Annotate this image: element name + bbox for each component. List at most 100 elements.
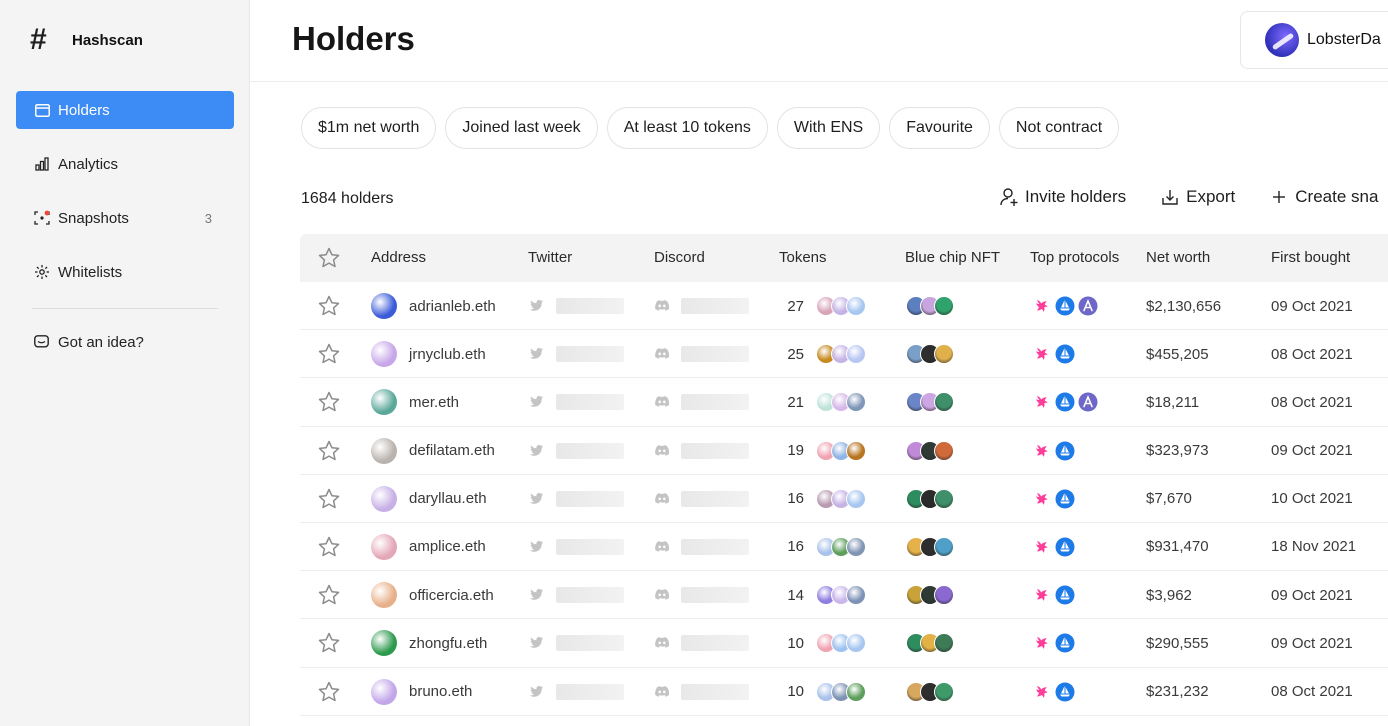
favourite-star-icon[interactable] [317,571,341,619]
top-protocols-cell[interactable] [1032,523,1078,571]
address-cell[interactable]: officercia.eth [371,571,494,619]
sparkle-icon [34,264,50,280]
address-cell[interactable]: defilatam.eth [371,427,495,475]
top-protocols-cell[interactable] [1032,571,1078,619]
uniswap-icon [1032,537,1052,557]
column-header-first-bought[interactable]: First bought [1271,249,1350,266]
tokens-cell[interactable]: 16 [780,523,866,571]
table-row[interactable]: jrnyclub.eth 25 $455,205 08 Oct 2021 [300,330,1388,379]
address-cell[interactable]: bruno.eth [371,668,472,716]
tokens-cell[interactable]: 25 [780,330,866,378]
filter-chip-favourite[interactable]: Favourite [889,107,990,149]
address-cell[interactable]: adrianleb.eth [371,282,496,330]
address-cell[interactable]: mer.eth [371,378,459,426]
favourite-star-icon[interactable] [317,475,341,523]
tokens-cell[interactable]: 27 [780,282,866,330]
blue-chip-nft-cell[interactable] [906,427,954,475]
token-icon [846,440,866,461]
holder-address: officercia.eth [409,586,494,604]
favourite-star-icon[interactable] [317,330,341,378]
top-protocols-cell[interactable] [1032,668,1078,716]
invite-holders-button[interactable]: Invite holders [999,187,1126,207]
net-worth-cell: $323,973 [1146,442,1209,460]
favourite-star-icon[interactable] [317,427,341,475]
address-cell[interactable]: amplice.eth [371,523,486,571]
tokens-cell[interactable]: 10 [780,619,866,667]
sidebar-item-whitelists[interactable]: Whitelists [16,253,234,291]
token-count: 19 [787,442,804,460]
token-icon [846,585,866,606]
top-protocols-cell[interactable] [1032,427,1078,475]
column-header-twitter[interactable]: Twitter [528,249,572,266]
token-count: 25 [787,345,804,363]
filter-chip-not-contract[interactable]: Not contract [998,107,1120,149]
favourite-star-icon[interactable] [317,668,341,716]
address-cell[interactable]: zhongfu.eth [371,619,487,667]
discord-icon [655,396,669,408]
tokens-cell[interactable]: 19 [780,427,866,475]
openocean-icon [1055,296,1075,316]
top-protocols-cell[interactable] [1032,282,1101,330]
nft-icon-stack [906,392,954,413]
table-row[interactable]: officercia.eth 14 $3,962 09 Oct 2021 [300,571,1388,620]
token-icon [846,488,866,509]
column-header-tokens[interactable]: Tokens [779,249,827,266]
sidebar-item-analytics[interactable]: Analytics [16,145,234,183]
filter-chip-min-tokens[interactable]: At least 10 tokens [606,107,768,149]
address-cell[interactable]: jrnyclub.eth [371,330,486,378]
table-row[interactable]: mer.eth 21 $18,211 08 Oct 2021 [300,378,1388,427]
table-row[interactable]: daryllau.eth 16 $7,670 10 Oct 2021 [300,475,1388,523]
token-icon [846,296,866,316]
nft-icon-stack [906,488,954,509]
favourite-star-icon[interactable] [317,523,341,571]
app-logo[interactable]: # Hashscan [30,24,143,56]
column-header-blue-chip-nft[interactable]: Blue chip NFT [905,249,1000,266]
favourite-star-icon[interactable] [317,282,341,330]
tokens-cell[interactable]: 14 [780,571,866,619]
table-row[interactable]: defilatam.eth 19 $323,973 09 Oct 2021 [300,427,1388,475]
column-header-top-protocols[interactable]: Top protocols [1030,249,1119,266]
got-an-idea-link[interactable]: Got an idea? [34,334,144,351]
top-protocols-cell[interactable] [1032,330,1078,378]
blue-chip-nft-cell[interactable] [906,330,954,378]
tokens-cell[interactable]: 16 [780,475,866,523]
tokens-cell[interactable]: 10 [780,668,866,716]
token-count: 10 [787,634,804,652]
blue-chip-nft-cell[interactable] [906,619,954,667]
blue-chip-nft-cell[interactable] [906,378,954,426]
top-protocols-cell[interactable] [1032,378,1101,426]
filter-chip-with-ens[interactable]: With ENS [776,107,881,149]
export-button[interactable]: Export [1160,187,1235,207]
sidebar-nav: Holders Analytics Snapshots 3 Whitelists [16,91,234,307]
table-row[interactable]: adrianleb.eth 27 $2,130,656 09 Oct 2021 [300,282,1388,331]
top-protocols-cell[interactable] [1032,475,1078,523]
blue-chip-nft-cell[interactable] [906,475,954,523]
column-header-net-worth[interactable]: Net worth [1146,249,1210,266]
blue-chip-nft-cell[interactable] [906,282,954,330]
filter-chip-net-worth[interactable]: $1m net worth [301,107,437,149]
favourite-star-icon[interactable] [317,378,341,426]
address-cell[interactable]: daryllau.eth [371,475,487,523]
table-row[interactable]: amplice.eth 16 $931,470 18 Nov 2021 [300,523,1388,572]
column-header-address[interactable]: Address [371,249,426,266]
table-row[interactable]: bruno.eth 10 $231,232 08 Oct 2021 [300,668,1388,716]
favourite-all-star-icon[interactable] [317,246,341,274]
twitter-icon [530,589,544,601]
top-protocols-cell[interactable] [1032,619,1078,667]
token-icon [846,392,866,413]
twitter-cell [530,427,624,475]
blue-chip-nft-cell[interactable] [906,668,954,716]
column-header-discord[interactable]: Discord [654,249,705,266]
tokens-cell[interactable]: 21 [780,378,866,426]
favourite-star-icon[interactable] [317,619,341,667]
twitter-handle-placeholder [556,587,624,604]
create-snapshot-button[interactable]: Create sna [1269,187,1378,207]
filter-chip-joined-last-week[interactable]: Joined last week [445,107,598,149]
sidebar-item-holders[interactable]: Holders [16,91,234,129]
table-row[interactable]: zhongfu.eth 10 $290,555 09 Oct 2021 [300,619,1388,668]
user-account-button[interactable]: LobsterDa [1240,11,1388,69]
blue-chip-nft-cell[interactable] [906,523,954,571]
blue-chip-nft-cell[interactable] [906,571,954,619]
sidebar-item-snapshots[interactable]: Snapshots 3 [16,199,234,237]
twitter-icon [530,348,544,360]
